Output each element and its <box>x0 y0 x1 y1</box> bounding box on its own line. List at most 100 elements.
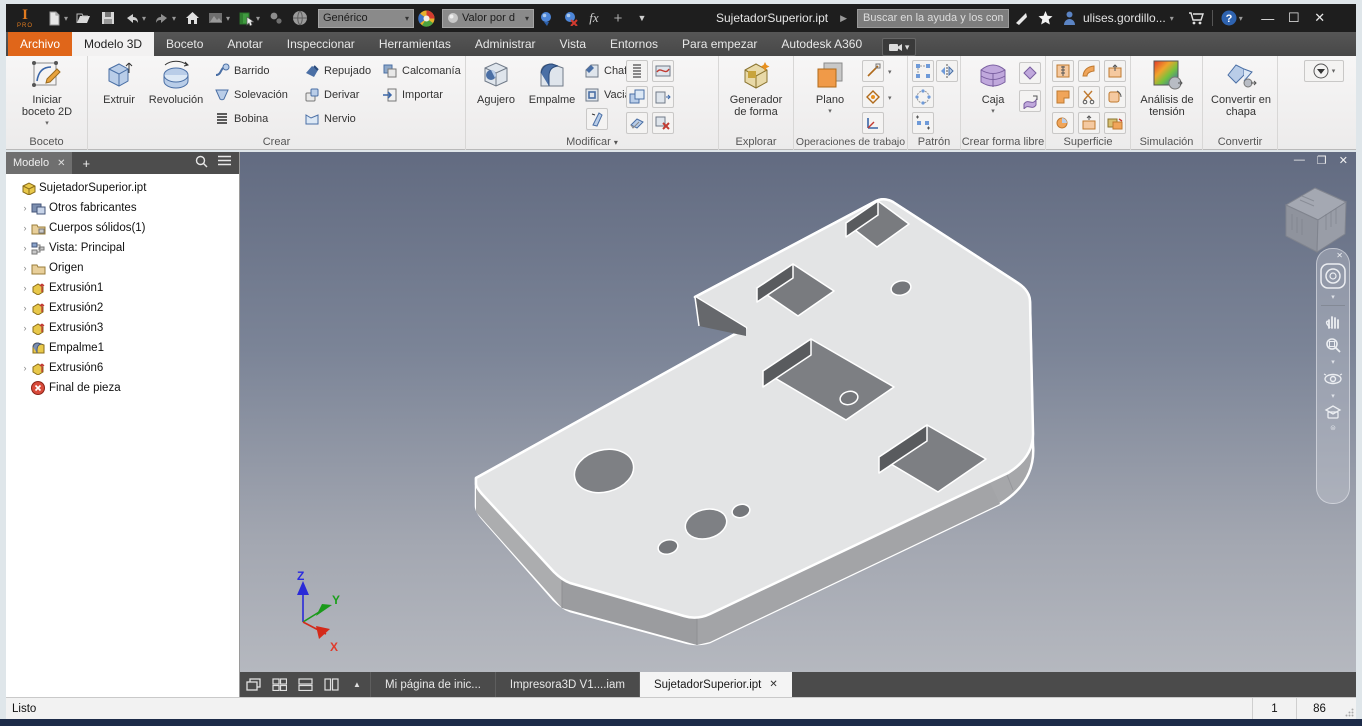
tab-modelo-3d[interactable]: Modelo 3D <box>72 32 155 56</box>
tree-item-cuerpos-solidos[interactable]: › Cuerpos sólidos(1) <box>20 218 239 238</box>
delete-face-button[interactable] <box>626 112 648 134</box>
parameters-fx-button[interactable]: fx <box>582 7 606 29</box>
save-button[interactable] <box>96 7 120 29</box>
work-axis-dropdown[interactable]: ▾ <box>888 68 892 76</box>
sculpt-surface-button[interactable] <box>1104 112 1126 134</box>
thicken-button[interactable] <box>652 86 674 108</box>
barrido-button[interactable]: Barrido <box>214 60 269 82</box>
modificar-expand[interactable]: ▾ <box>614 138 618 147</box>
favorites-star-icon[interactable] <box>1033 7 1057 29</box>
calcomania-button[interactable]: Calcomanía <box>382 60 461 82</box>
generador-de-forma-button[interactable]: Generador de forma <box>729 58 783 118</box>
adjust-appearance-icon[interactable] <box>534 7 558 29</box>
orbit-dropdown[interactable]: ▾ <box>1331 392 1335 400</box>
cascade-windows-icon[interactable] <box>240 672 266 697</box>
caja-button[interactable]: Caja ▾ <box>969 58 1017 115</box>
browser-tab-modelo[interactable]: Modelo ✕ <box>6 152 73 174</box>
revolucion-button[interactable]: Revolución <box>144 58 208 106</box>
doc-tab-sujetadorsuperior[interactable]: SujetadorSuperior.ipt ✕ <box>638 672 792 697</box>
help-button[interactable]: ? <box>1217 7 1241 29</box>
appearance-override-dropdown[interactable]: ▾ <box>1304 60 1344 82</box>
ucs-button[interactable] <box>862 112 884 134</box>
zoom-dropdown[interactable]: ▾ <box>1331 358 1335 366</box>
work-point-dropdown[interactable]: ▾ <box>888 94 892 102</box>
new-file-button[interactable] <box>42 7 66 29</box>
tab-anotar[interactable]: Anotar <box>215 32 274 56</box>
close-button[interactable]: ✕ <box>1307 10 1333 26</box>
tab-entornos[interactable]: Entornos <box>598 32 670 56</box>
tree-item-extrusion3[interactable]: › Extrusión3 <box>20 318 239 338</box>
plano-dropdown[interactable]: ▾ <box>828 107 832 115</box>
zoom-button[interactable] <box>1324 336 1342 354</box>
rectangular-pattern-button[interactable] <box>912 60 934 82</box>
expand-chevron[interactable]: › <box>20 323 30 333</box>
draft-button[interactable] <box>586 108 608 130</box>
expand-chevron[interactable]: › <box>20 363 30 373</box>
tree-item-empalme1[interactable]: Empalme1 <box>20 338 239 358</box>
ruled-surface-button[interactable] <box>1078 60 1100 82</box>
tree-item-root[interactable]: SujetadorSuperior.ipt <box>10 178 239 198</box>
screencast-button[interactable]: ▾ <box>882 38 917 56</box>
browser-add-tab-button[interactable]: + <box>72 156 100 171</box>
work-point-button[interactable] <box>862 86 884 108</box>
agujero-button[interactable]: Agujero <box>470 58 522 106</box>
patch-button[interactable] <box>1052 112 1074 134</box>
new-file-dropdown[interactable]: ▾ <box>64 14 72 23</box>
pan-button[interactable] <box>1324 312 1342 330</box>
offset-surface-button[interactable] <box>1078 112 1100 134</box>
extend-surface-button[interactable] <box>1104 60 1126 82</box>
sketch-pattern-button[interactable] <box>912 112 934 134</box>
expand-chevron[interactable]: › <box>20 243 30 253</box>
delete-feature-button[interactable] <box>652 112 674 134</box>
clear-appearance-icon[interactable] <box>558 7 582 29</box>
tile-horizontal-icon[interactable] <box>292 672 318 697</box>
undo-button[interactable] <box>120 7 144 29</box>
user-dropdown[interactable]: ▾ <box>1170 14 1178 23</box>
freeform-convert-button[interactable] <box>1019 90 1041 112</box>
extruir-button[interactable]: Extruir <box>96 58 142 106</box>
collapse-tabs-icon[interactable]: ▲ <box>344 672 370 697</box>
viewport-3d[interactable]: Z Y X — ❐ ✕ ✕ ▾ ▾ ▾ ⊜ <box>240 152 1356 672</box>
user-avatar-icon[interactable] <box>1057 7 1081 29</box>
circular-pattern-button[interactable] <box>912 86 934 108</box>
doc-minimize-button[interactable]: — <box>1294 154 1305 167</box>
bobina-button[interactable]: Bobina <box>214 108 268 130</box>
mirror-button[interactable] <box>936 60 958 82</box>
replace-face-button[interactable] <box>1104 86 1126 108</box>
freeform-face-button[interactable] <box>1019 62 1041 84</box>
component-button[interactable] <box>264 7 288 29</box>
color-wheel-icon[interactable] <box>414 7 438 29</box>
undo-dropdown[interactable]: ▾ <box>142 14 150 23</box>
tree-item-extrusion1[interactable]: › Extrusión1 <box>20 278 239 298</box>
material-browser-button[interactable] <box>234 7 258 29</box>
app-store-cart-icon[interactable] <box>1184 7 1208 29</box>
navbar-more-dropdown[interactable]: ⊜ <box>1330 424 1336 432</box>
tab-herramientas[interactable]: Herramientas <box>367 32 463 56</box>
render-button[interactable] <box>204 7 228 29</box>
qat-add-button[interactable]: + <box>606 7 630 29</box>
navigation-wheel-button[interactable] <box>1320 263 1346 289</box>
doc-tab-home[interactable]: Mi página de inic... <box>370 672 495 697</box>
tree-item-final-de-pieza[interactable]: Final de pieza <box>20 378 239 398</box>
help-search-input[interactable] <box>857 8 1009 28</box>
open-button[interactable] <box>72 7 96 29</box>
signed-in-user[interactable]: ulises.gordillo... <box>1083 11 1166 25</box>
tab-archivo[interactable]: Archivo <box>8 32 73 56</box>
tile-windows-icon[interactable] <box>266 672 292 697</box>
look-at-button[interactable] <box>1324 404 1342 420</box>
help-dropdown[interactable]: ▾ <box>1239 14 1247 23</box>
tile-vertical-icon[interactable] <box>318 672 344 697</box>
stitch-button[interactable] <box>1052 60 1074 82</box>
convertir-chapa-button[interactable]: Convertir en chapa <box>1211 58 1271 118</box>
start-2d-sketch-button[interactable]: Iniciar boceto 2D ▾ <box>20 58 74 127</box>
model-canvas[interactable]: Z Y X <box>240 152 1356 672</box>
sketch-dropdown[interactable]: ▾ <box>45 119 49 127</box>
web-globe-icon[interactable] <box>288 7 312 29</box>
material-select[interactable]: Genérico ▾ <box>318 8 414 28</box>
thread-button[interactable] <box>626 60 648 82</box>
analisis-tension-button[interactable]: Análisis de tensión <box>1140 58 1194 118</box>
browser-search-icon[interactable] <box>195 155 208 171</box>
nervio-button[interactable]: Nervio <box>304 108 356 130</box>
empalme-button[interactable]: Empalme <box>524 58 580 106</box>
browser-tab-close-icon[interactable]: ✕ <box>57 158 65 169</box>
